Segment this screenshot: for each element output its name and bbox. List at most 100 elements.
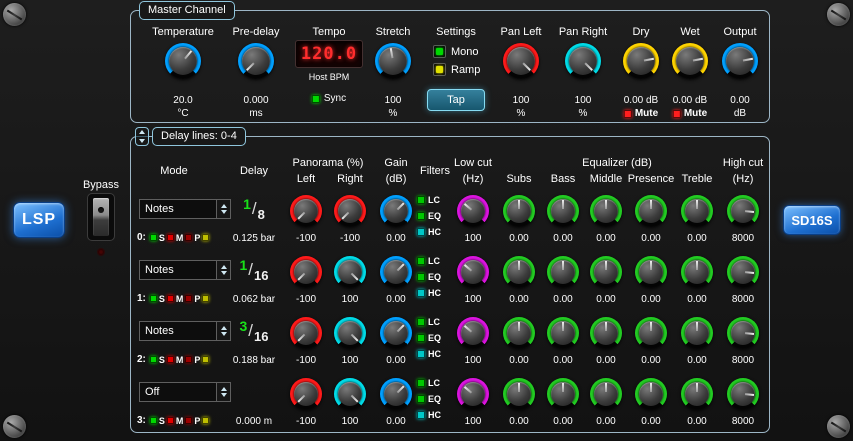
low-cut-knob[interactable] — [457, 195, 489, 227]
middle-knob[interactable] — [590, 256, 622, 288]
bass-knob[interactable] — [547, 195, 579, 227]
treble-knob[interactable] — [681, 195, 713, 227]
low-cut-filter-led[interactable] — [417, 257, 425, 265]
pan-left-knob[interactable] — [290, 317, 322, 349]
low-cut-knob[interactable] — [457, 378, 489, 410]
treble-knob[interactable] — [681, 317, 713, 349]
bass-knob[interactable] — [547, 256, 579, 288]
sync-led[interactable] — [312, 95, 320, 103]
mute-led[interactable] — [185, 417, 192, 424]
high-cut-knob[interactable] — [727, 195, 759, 227]
mode-select[interactable]: Off — [139, 382, 231, 402]
filters: LC EQ HC — [417, 192, 441, 240]
presence-knob[interactable] — [635, 195, 667, 227]
low-cut-knob[interactable] — [457, 317, 489, 349]
bypass-switch[interactable] — [87, 193, 115, 241]
mode-select[interactable]: Notes — [139, 321, 231, 341]
line-on-led[interactable] — [150, 417, 157, 424]
middle-knob[interactable] — [590, 378, 622, 410]
mode-header: Mode — [139, 165, 209, 177]
mode-select[interactable]: Notes — [139, 199, 231, 219]
line-on-led[interactable] — [150, 234, 157, 241]
phase-led[interactable] — [202, 356, 209, 363]
temperature-knob[interactable] — [165, 43, 201, 79]
high-cut-filter-led[interactable] — [417, 289, 425, 297]
pan-right-knob[interactable] — [334, 378, 366, 410]
presence-knob[interactable] — [635, 256, 667, 288]
output-knob[interactable] — [722, 43, 758, 79]
high-cut-filter-led[interactable] — [417, 411, 425, 419]
solo-led[interactable] — [167, 295, 174, 302]
mute-label: M — [176, 233, 184, 243]
stretch-knob[interactable] — [375, 43, 411, 79]
gain-knob[interactable] — [380, 378, 412, 410]
mode-value: Notes — [140, 200, 216, 218]
middle-knob[interactable] — [590, 317, 622, 349]
subs-value: 0.00 — [497, 294, 541, 305]
subs-knob[interactable] — [503, 195, 535, 227]
gain-knob[interactable] — [380, 256, 412, 288]
pan-left-knob[interactable] — [290, 195, 322, 227]
mute-led[interactable] — [185, 295, 192, 302]
high-cut-filter-led[interactable] — [417, 350, 425, 358]
spinner-up-button[interactable] — [136, 128, 148, 136]
high-cut-filter-led[interactable] — [417, 228, 425, 236]
mono-checkbox[interactable] — [433, 45, 446, 58]
predelay-knob[interactable] — [238, 43, 274, 79]
eq-filter-led[interactable] — [417, 212, 425, 220]
gain-knob[interactable] — [380, 317, 412, 349]
presence-knob[interactable] — [635, 378, 667, 410]
delay-time-value: 0.062 bar — [226, 294, 282, 305]
solo-label: S — [159, 355, 165, 365]
presence-knob[interactable] — [635, 317, 667, 349]
eq-filter-led[interactable] — [417, 334, 425, 342]
wet-mute-checkbox[interactable] — [673, 110, 681, 118]
line-on-led[interactable] — [150, 295, 157, 302]
eq-filter-led[interactable] — [417, 395, 425, 403]
subs-value: 0.00 — [497, 355, 541, 366]
pan-left-knob[interactable] — [290, 256, 322, 288]
mute-led[interactable] — [185, 356, 192, 363]
lsp-logo[interactable]: LSP — [13, 202, 65, 238]
gain-knob[interactable] — [380, 195, 412, 227]
low-cut-filter-led[interactable] — [417, 196, 425, 204]
treble-knob[interactable] — [681, 378, 713, 410]
solo-led[interactable] — [167, 356, 174, 363]
high-cut-knob[interactable] — [727, 256, 759, 288]
high-cut-knob[interactable] — [727, 317, 759, 349]
subs-knob[interactable] — [503, 256, 535, 288]
mode-value: Off — [140, 383, 216, 401]
phase-led[interactable] — [202, 295, 209, 302]
solo-led[interactable] — [167, 234, 174, 241]
pan-right-knob[interactable] — [334, 195, 366, 227]
line-on-led[interactable] — [150, 356, 157, 363]
ramp-checkbox[interactable] — [433, 63, 446, 76]
treble-knob[interactable] — [681, 256, 713, 288]
phase-label: P — [194, 416, 200, 426]
subs-knob[interactable] — [503, 317, 535, 349]
mute-led[interactable] — [185, 234, 192, 241]
bass-knob[interactable] — [547, 378, 579, 410]
middle-knob[interactable] — [590, 195, 622, 227]
phase-led[interactable] — [202, 234, 209, 241]
solo-led[interactable] — [167, 417, 174, 424]
low-cut-value: 100 — [451, 294, 495, 305]
dry-mute-checkbox[interactable] — [624, 110, 632, 118]
eq-filter-led[interactable] — [417, 273, 425, 281]
high-cut-knob[interactable] — [727, 378, 759, 410]
screw-icon — [827, 3, 850, 26]
mode-select[interactable]: Notes — [139, 260, 231, 280]
pan-right-knob[interactable] — [334, 256, 366, 288]
phase-led[interactable] — [202, 417, 209, 424]
master-pan-left-knob[interactable] — [503, 43, 539, 79]
low-cut-filter-led[interactable] — [417, 318, 425, 326]
pan-right-knob[interactable] — [334, 317, 366, 349]
spinner-down-button[interactable] — [136, 136, 148, 145]
bass-knob[interactable] — [547, 317, 579, 349]
subs-knob[interactable] — [503, 378, 535, 410]
combo-arrows-icon — [216, 200, 230, 218]
mode-value: Notes — [140, 322, 216, 340]
pan-left-knob[interactable] — [290, 378, 322, 410]
low-cut-filter-led[interactable] — [417, 379, 425, 387]
low-cut-knob[interactable] — [457, 256, 489, 288]
